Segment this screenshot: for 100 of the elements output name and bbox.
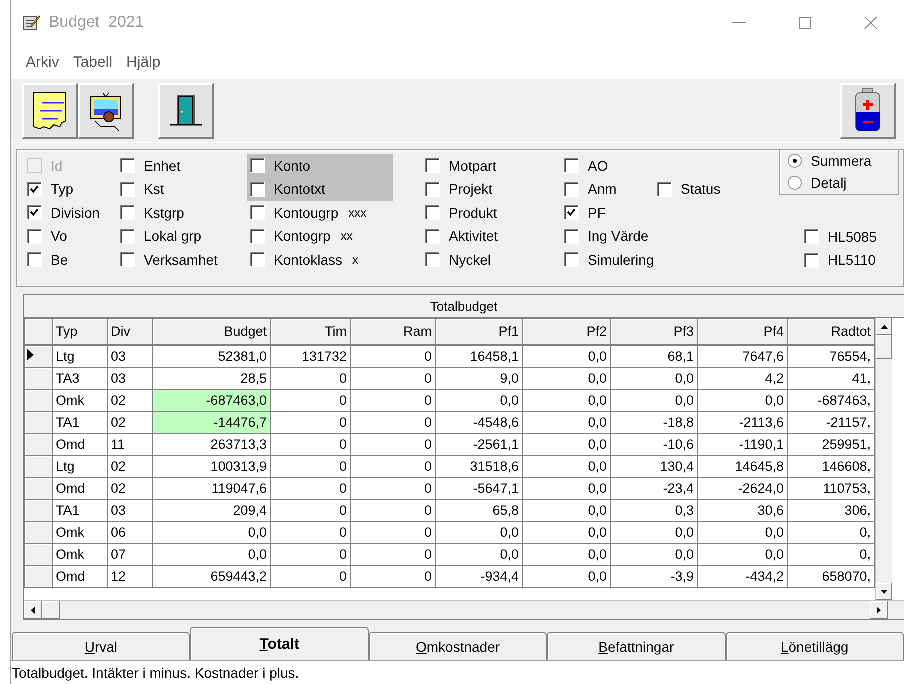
table-cell: 0 [350,544,436,566]
table-cell: 119047,6 [152,478,270,500]
radio-label: Summera [811,153,872,169]
toolbar-button[interactable] [22,82,78,138]
checkbox[interactable] [657,182,672,197]
checkbox[interactable] [250,158,265,174]
checkbox-label: HL5110 [828,252,876,268]
label-suffix: x [352,252,358,267]
scroll-thumb[interactable] [42,601,60,619]
table-cell: 130,4 [610,456,698,478]
table-cell: 11 [108,434,152,456]
column-header[interactable]: Radtot [788,318,874,344]
checkbox[interactable] [27,252,42,268]
row-header[interactable] [24,346,52,368]
scroll-thumb[interactable] [876,335,892,359]
checkbox[interactable] [425,158,440,174]
checkbox-label: HL5085 [828,228,877,245]
table-cell: 0 [350,390,436,412]
column-header[interactable]: Ram [350,318,436,344]
scroll-down-icon[interactable] [880,590,888,594]
toolbar-button[interactable] [158,82,214,138]
checkbox[interactable] [27,182,42,197]
tab[interactable]: Totalt [190,627,369,660]
table-cell: 0,0 [698,544,788,566]
table-cell: 0,0 [436,522,522,544]
table-cell: 146608, [788,456,874,478]
table-cell: 0 [270,368,350,390]
checkbox[interactable] [564,182,579,197]
checkbox[interactable] [425,182,440,197]
minimize-icon [732,22,746,24]
checkbox[interactable] [250,252,265,268]
table-cell: 7647,6 [698,346,788,368]
tab[interactable]: Urval [12,632,190,660]
column-header[interactable]: Pf3 [610,318,698,344]
menu-item[interactable]: Arkiv [20,54,66,70]
toolbar-button[interactable] [78,82,134,138]
checkbox[interactable] [120,158,135,174]
checkbox[interactable] [564,205,579,220]
checkbox[interactable] [425,228,440,244]
table-cell: 0,0 [522,500,610,522]
vertical-scrollbar[interactable] [875,318,892,600]
checkbox-label: Produkt [449,204,498,221]
checkbox[interactable] [564,252,579,268]
table-cell: -5647,1 [436,478,522,500]
checkbox[interactable] [425,252,440,268]
checkbox[interactable] [120,252,135,268]
checkbox-label: Kstgrp [144,204,184,221]
table-cell: TA3 [52,368,108,390]
table-cell: 0,0 [522,390,610,412]
table-cell: -687463,0 [152,390,270,412]
tab[interactable]: Lönetillägg [726,632,904,660]
checkbox-label: Ing Värde [588,228,649,244]
checkbox[interactable] [564,228,579,244]
checkbox[interactable] [120,228,135,244]
toolbar-button[interactable] [840,82,896,138]
checkbox[interactable] [27,205,42,220]
checkbox[interactable] [27,228,42,244]
scroll-left-icon[interactable] [31,606,35,614]
checkbox-label: Division [51,204,100,221]
table-cell: 0 [270,500,350,522]
table-cell: -434,2 [698,566,788,588]
table-cell: 07 [108,544,152,566]
column-header[interactable]: Pf2 [522,318,610,344]
column-header[interactable]: Tim [270,318,350,344]
column-header[interactable]: Typ [52,318,108,344]
checkbox[interactable] [425,205,440,220]
checkbox[interactable] [120,182,135,197]
scroll-up-icon[interactable] [880,324,888,328]
label-suffix: xx [340,229,353,244]
table-cell: 12 [108,566,152,588]
checkbox[interactable] [564,158,579,174]
checkbox[interactable] [250,182,265,197]
horizontal-scrollbar[interactable] [24,600,904,619]
tab[interactable]: Omkostnader [368,632,548,660]
column-header[interactable]: Pf4 [698,318,788,344]
column-header[interactable]: Div [108,318,152,344]
checkbox[interactable] [804,252,819,268]
maximize-icon [798,16,812,30]
table-cell: 03 [108,500,152,522]
column-header[interactable]: Budget [152,318,270,344]
menu-item[interactable]: Tabell [67,54,119,70]
table-cell: 0,3 [610,500,698,522]
checkbox[interactable] [250,205,265,220]
table-cell: 68,1 [610,346,698,368]
table-cell: 0 [270,412,350,434]
checkbox[interactable] [250,228,265,244]
checkbox[interactable] [120,205,135,220]
tab[interactable]: Befattningar [547,632,726,660]
table-cell: 209,4 [152,500,270,522]
table-cell: 0 [270,456,350,478]
column-header[interactable]: Pf1 [436,318,522,344]
radio-button[interactable] [788,154,802,168]
table-cell: 0 [270,478,350,500]
scroll-right-icon[interactable] [877,606,881,614]
checkbox-label: Be [51,252,68,268]
radio-button[interactable] [788,176,802,190]
table-cell: -3,9 [610,566,698,588]
checkbox[interactable] [804,229,819,244]
menu-item[interactable]: Hjälp [120,54,167,70]
checkbox-label: Lokal grp [144,228,202,244]
